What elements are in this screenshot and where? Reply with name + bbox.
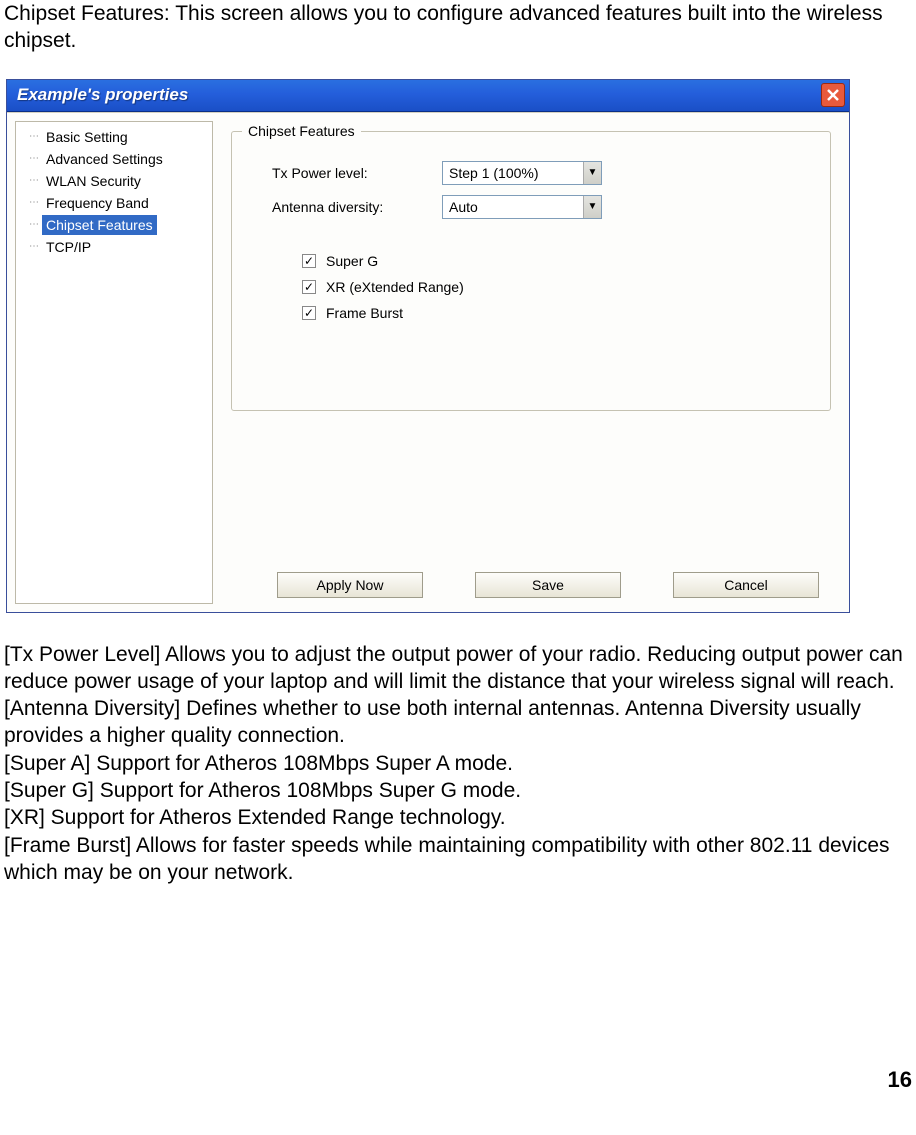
tree-item-label: Advanced Settings — [42, 149, 167, 169]
close-button[interactable] — [821, 83, 845, 107]
button-bar: Apply Now Save Cancel — [213, 572, 849, 598]
nav-tree: ⋯ Basic Setting ⋯ Advanced Settings ⋯ WLAN Se… — [15, 121, 213, 604]
antenna-value: Auto — [449, 198, 478, 216]
tree-item[interactable]: ⋯ Advanced Settings — [16, 148, 212, 170]
checkbox-label: Frame Burst — [326, 304, 403, 322]
tree-item-label: TCP/IP — [42, 237, 95, 257]
tree-branch-icon: ⋯ — [20, 240, 38, 253]
tree-branch-icon: ⋯ — [20, 196, 38, 209]
chevron-down-icon: ▼ — [583, 196, 601, 218]
tree-item-label: Frequency Band — [42, 193, 153, 213]
checkbox-label: Super G — [326, 252, 378, 270]
antenna-dropdown[interactable]: Auto ▼ — [442, 195, 602, 219]
tree-item-label: Basic Setting — [42, 127, 132, 147]
titlebar: Example's properties — [7, 80, 849, 112]
checkbox[interactable]: ✓ — [302, 254, 316, 268]
checkbox-label: XR (eXtended Range) — [326, 278, 464, 296]
chevron-down-icon: ▼ — [583, 162, 601, 184]
tree-item[interactable]: ⋯ WLAN Security — [16, 170, 212, 192]
checkbox-row[interactable]: ✓ XR (eXtended Range) — [302, 274, 810, 300]
intro-paragraph: Chipset Features: This screen allows you… — [4, 0, 912, 55]
description-line: [Super A] Support for Atheros 108Mbps Su… — [4, 750, 912, 777]
description-line: [Super G] Support for Atheros 108Mbps Su… — [4, 777, 912, 804]
tx-power-row: Tx Power level: Step 1 (100%) ▼ — [272, 156, 810, 190]
apply-button[interactable]: Apply Now — [277, 572, 423, 598]
tree-item[interactable]: ⋯ TCP/IP — [16, 236, 212, 258]
chipset-features-group: Chipset Features Tx Power level: Step 1 … — [231, 131, 831, 411]
window-title: Example's properties — [17, 84, 188, 106]
description-line: [XR] Support for Atheros Extended Range … — [4, 804, 912, 831]
tree-branch-icon: ⋯ — [20, 174, 38, 187]
tx-power-dropdown[interactable]: Step 1 (100%) ▼ — [442, 161, 602, 185]
description-block: [Tx Power Level] Allows you to adjust th… — [4, 641, 912, 887]
tree-branch-icon: ⋯ — [20, 152, 38, 165]
checkbox-row[interactable]: ✓ Frame Burst — [302, 300, 810, 326]
antenna-row: Antenna diversity: Auto ▼ — [272, 190, 810, 224]
cancel-button[interactable]: Cancel — [673, 572, 819, 598]
antenna-label: Antenna diversity: — [272, 198, 442, 216]
tree-item-label: Chipset Features — [42, 215, 157, 235]
tree-branch-icon: ⋯ — [20, 218, 38, 231]
group-title: Chipset Features — [242, 122, 361, 140]
checkbox[interactable]: ✓ — [302, 306, 316, 320]
properties-dialog: Example's properties ⋯ Basic Setting ⋯ Adva… — [6, 79, 850, 613]
tree-item[interactable]: ⋯ Chipset Features — [16, 214, 212, 236]
description-line: [Antenna Diversity] Defines whether to u… — [4, 695, 912, 750]
save-button[interactable]: Save — [475, 572, 621, 598]
checkbox-row[interactable]: ✓ Super G — [302, 248, 810, 274]
description-line: [Frame Burst] Allows for faster speeds w… — [4, 832, 912, 887]
tree-item[interactable]: ⋯ Frequency Band — [16, 192, 212, 214]
tx-power-value: Step 1 (100%) — [449, 164, 539, 182]
description-line: [Tx Power Level] Allows you to adjust th… — [4, 641, 912, 696]
checkbox[interactable]: ✓ — [302, 280, 316, 294]
tree-branch-icon: ⋯ — [20, 130, 38, 143]
tree-item-label: WLAN Security — [42, 171, 145, 191]
tx-power-label: Tx Power level: — [272, 164, 442, 182]
page-number: 16 — [4, 1066, 912, 1095]
tree-item[interactable]: ⋯ Basic Setting — [16, 126, 212, 148]
content-panel: Chipset Features Tx Power level: Step 1 … — [213, 113, 849, 612]
close-icon — [827, 89, 839, 101]
